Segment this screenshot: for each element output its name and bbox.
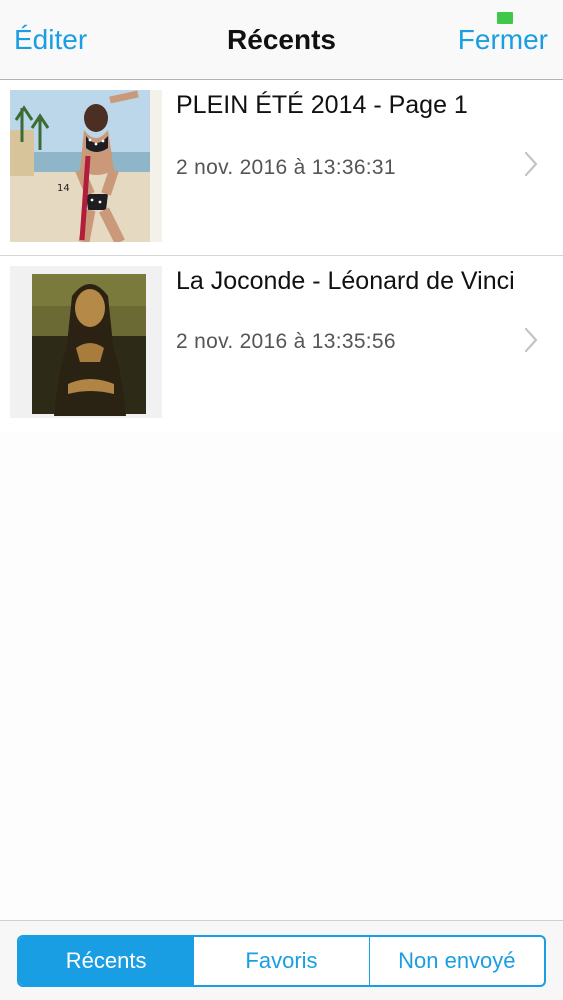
tab-favoris[interactable]: Favoris xyxy=(194,937,370,985)
tab-non-envoye[interactable]: Non envoyé xyxy=(370,937,544,985)
list-item-document-1[interactable]: 14 PLEIN ÉTÉ 2014 - Page 1 2 nov. 2016 à… xyxy=(0,80,563,256)
chevron-right-icon xyxy=(524,151,538,177)
list-item-document-2[interactable]: La Joconde - Léonard de Vinci 2 nov. 201… xyxy=(0,256,563,432)
document-title: La Joconde - Léonard de Vinci xyxy=(176,267,515,295)
chevron-right-icon xyxy=(524,327,538,353)
empty-row xyxy=(0,431,563,607)
document-thumbnail xyxy=(10,266,162,418)
status-indicator xyxy=(497,12,513,24)
document-thumbnail: 14 xyxy=(10,90,162,242)
navigation-bar: Éditer Récents Fermer xyxy=(0,0,563,80)
empty-row xyxy=(0,781,563,920)
close-button[interactable]: Fermer xyxy=(458,24,548,56)
document-date: 2 nov. 2016 à 13:35:56 xyxy=(176,330,396,353)
segmented-control: Récents Favoris Non envoyé xyxy=(17,935,546,987)
document-title: PLEIN ÉTÉ 2014 - Page 1 xyxy=(176,91,468,119)
bottom-toolbar: Récents Favoris Non envoyé xyxy=(0,920,563,1000)
document-date: 2 nov. 2016 à 13:36:31 xyxy=(176,156,396,179)
empty-row xyxy=(0,606,563,782)
edit-button[interactable]: Éditer xyxy=(14,24,87,56)
tab-recents[interactable]: Récents xyxy=(19,937,195,985)
svg-text:14: 14 xyxy=(57,183,70,194)
